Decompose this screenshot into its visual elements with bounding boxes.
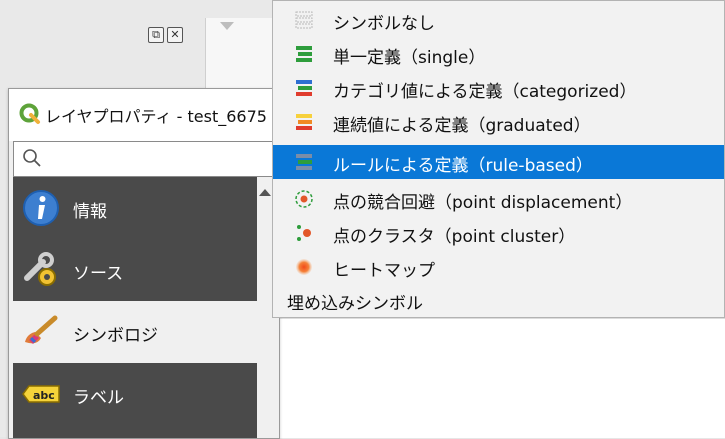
categorized-icon — [296, 80, 312, 96]
point-cluster-icon — [297, 225, 311, 241]
abc-label-icon: abc — [22, 385, 60, 403]
renderer-dropdown-menu: シンボルなし 単一定義（single） カテゴリ値による定義（categoriz… — [272, 0, 725, 318]
nav-label-source: ソース — [73, 264, 124, 284]
dock-buttons: ⧉ ✕ — [148, 27, 183, 43]
menu-item-heatmap[interactable]: ヒートマップ — [273, 250, 724, 284]
float-dock-button[interactable]: ⧉ — [148, 27, 164, 43]
close-dock-button[interactable]: ✕ — [167, 27, 183, 43]
window-title: レイヤプロパティ - test_6675 — [45, 107, 267, 126]
single-symbol-icon — [296, 46, 312, 62]
nav-label-labels: ラベル — [73, 388, 124, 408]
qgis-icon — [19, 103, 40, 124]
rule-based-icon — [296, 154, 312, 170]
nav-label-information: 情報 — [73, 202, 107, 222]
source-wrench-icon — [24, 252, 56, 286]
menu-label: 点の競合回避（point displacement） — [333, 193, 633, 213]
search-icon — [23, 149, 41, 167]
menu-label: シンボルなし — [333, 14, 435, 34]
no-symbols-icon — [295, 11, 313, 29]
menu-item-no-symbols[interactable]: シンボルなし — [273, 3, 724, 37]
menu-item-point-displacement[interactable]: 点の競合回避（point displacement） — [273, 182, 724, 216]
title-bar: レイヤプロパティ - test_6675 — [9, 89, 279, 141]
svg-text:abc: abc — [33, 389, 55, 402]
symbology-panel — [275, 318, 725, 438]
nav-item-symbology[interactable]: シンボロジ — [13, 301, 257, 363]
search-box[interactable] — [13, 141, 275, 177]
properties-nav: 情報 ソース シンボロジ abc ラベル — [13, 177, 257, 438]
nav-scrollbar[interactable] — [257, 177, 273, 438]
menu-item-point-cluster[interactable]: 点のクラスタ（point cluster） — [273, 216, 724, 250]
menu-label: 単一定義（single） — [333, 48, 486, 68]
heatmap-icon — [296, 259, 312, 275]
symbology-brush-icon — [25, 315, 58, 344]
menu-label: ヒートマップ — [333, 261, 435, 281]
menu-item-categorized[interactable]: カテゴリ値による定義（categorized） — [273, 71, 724, 105]
menu-label: 連続値による定義（graduated） — [333, 116, 591, 136]
scroll-up-arrow-icon[interactable] — [259, 189, 271, 196]
menu-item-graduated[interactable]: 連続値による定義（graduated） — [273, 105, 724, 139]
nav-item-information[interactable]: 情報 — [13, 177, 257, 239]
search-input[interactable] — [48, 146, 272, 172]
combo-arrow-icon — [220, 22, 234, 30]
graduated-icon — [296, 114, 312, 130]
menu-item-embedded-symbols[interactable]: 埋め込みシンボル — [273, 283, 724, 317]
menu-label: ルールによる定義（rule-based） — [333, 156, 593, 176]
nav-item-source[interactable]: ソース — [13, 239, 257, 301]
point-displacement-icon — [295, 190, 313, 208]
layer-properties-dialog: レイヤプロパティ - test_6675 情報 ソース シンボロジ abc ラベ… — [8, 88, 280, 439]
menu-label: 埋め込みシンボル — [287, 294, 423, 314]
menu-item-single[interactable]: 単一定義（single） — [273, 37, 724, 71]
menu-label: 点のクラスタ（point cluster） — [333, 227, 576, 247]
info-icon — [23, 190, 59, 226]
menu-item-rule-based[interactable]: ルールによる定義（rule-based） — [273, 145, 724, 179]
nav-label-symbology: シンボロジ — [73, 326, 158, 346]
menu-label: カテゴリ値による定義（categorized） — [333, 82, 637, 102]
nav-item-labels[interactable]: abc ラベル — [13, 363, 257, 425]
